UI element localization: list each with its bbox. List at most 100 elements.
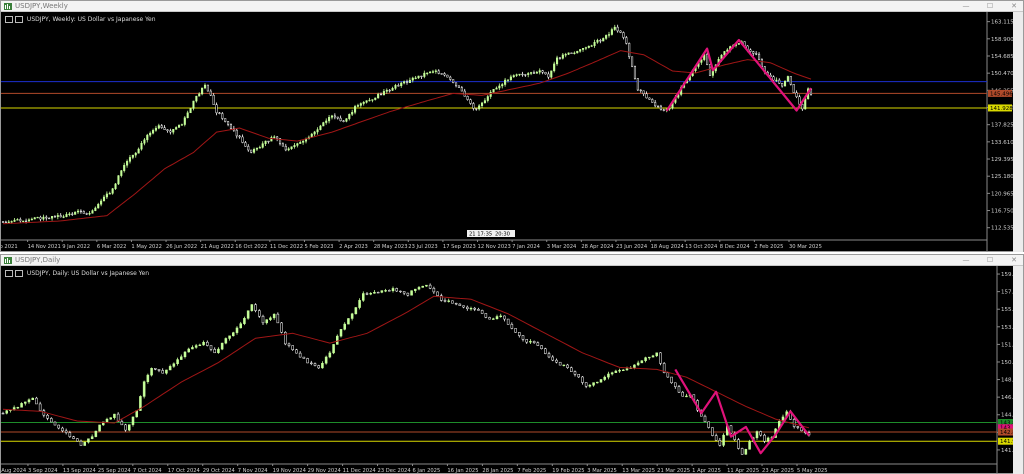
minimize-icon[interactable]: — (961, 1, 971, 11)
candle-body (371, 99, 374, 101)
candle-body (397, 85, 400, 87)
candle-body (391, 88, 394, 91)
candle-body (235, 129, 238, 137)
candle-body (755, 431, 759, 438)
daily-chart[interactable]: 159.085157.280155.475153.670151.865150.0… (1, 266, 1015, 474)
candle-body (131, 154, 134, 158)
y-tick-label: 133.610 (991, 140, 1014, 146)
x-tick-label: 17 Oct 2024 (168, 468, 201, 474)
candle-body (246, 310, 250, 319)
moving-average-line (2, 295, 810, 429)
x-tick-label: 18 Aug 2024 (651, 244, 685, 250)
candle-body (590, 45, 593, 47)
candle-body (584, 382, 588, 387)
candle-body (13, 219, 16, 222)
x-tick-label: 11 Dec 2022 (270, 244, 303, 250)
candle-body (206, 341, 209, 346)
candle-body (454, 302, 458, 305)
candle-body (343, 323, 346, 330)
candle-body (581, 376, 584, 383)
x-tick-label: 23 Apr 2025 (762, 468, 794, 474)
candle-body (22, 220, 25, 223)
candle-body (175, 127, 178, 130)
candle-body (670, 376, 673, 384)
x-tick-label: 16 Jan 2025 (447, 468, 478, 474)
candle-body (143, 139, 146, 144)
x-tick-label: 21 Aug 2022 (201, 244, 234, 250)
maximize-icon[interactable]: ☐ (985, 1, 995, 11)
candle-body (525, 339, 528, 343)
candle-body (748, 441, 751, 450)
candle-body (243, 318, 246, 324)
candle-body (613, 26, 616, 30)
candle-body (369, 293, 372, 295)
candle-body (88, 213, 91, 215)
weekly-title-bar[interactable]: USDJPY,Weekly — ☐ ✕ (1, 1, 1023, 12)
candle-body (265, 319, 268, 324)
candle-body (302, 356, 306, 359)
maximize-icon[interactable]: ☐ (985, 255, 995, 265)
candle-body (573, 371, 577, 375)
candle-body (648, 356, 651, 359)
candle-body (120, 170, 123, 176)
candle-body (425, 284, 428, 287)
candle-body (368, 99, 371, 102)
candle-body (544, 72, 547, 75)
weekly-chart[interactable]: 163.115158.900154.685150.470146.255142.0… (1, 12, 1015, 252)
candle-body (798, 96, 801, 105)
daily-scrollbar[interactable] (1013, 266, 1023, 474)
candle-body (804, 98, 807, 110)
x-tick-label: 7 Jan 2024 (512, 244, 540, 250)
candle-body (737, 439, 740, 449)
candle-body (388, 89, 391, 92)
candle-body (68, 432, 72, 437)
daily-chart-window: USDJPY,Daily — ☐ ✕ USDJPY, Daily: US Dol… (0, 254, 1024, 474)
candle-body (186, 112, 189, 119)
candle-body (766, 437, 770, 442)
candle-body (117, 175, 120, 185)
candle-body (588, 384, 592, 387)
daily-title-bar[interactable]: USDJPY,Daily — ☐ ✕ (1, 255, 1023, 266)
candle-body (332, 344, 335, 354)
candle-body (714, 435, 718, 441)
close-icon[interactable]: ✕ (1009, 1, 1019, 11)
candle-body (685, 395, 688, 398)
candle-body (645, 93, 648, 99)
candle-body (33, 217, 36, 220)
candle-body (354, 307, 358, 315)
candle-body (339, 329, 343, 337)
candle-body (544, 348, 547, 354)
candle-body (503, 315, 506, 320)
candle-body (674, 382, 677, 387)
candle-body (347, 318, 350, 325)
candle-body (189, 108, 192, 114)
candle-body (333, 115, 336, 118)
candle-body (752, 51, 755, 54)
candle-body (134, 152, 137, 156)
candle-body (506, 318, 510, 325)
candle-body (310, 133, 313, 138)
candle-body (758, 53, 761, 60)
candle-body (792, 419, 796, 427)
candle-body (87, 438, 90, 443)
candle-body (499, 315, 502, 317)
candle-body (183, 117, 186, 125)
x-tick-label: 29 Nov 2024 (308, 468, 342, 474)
candle-body (113, 413, 116, 418)
candle-body (198, 93, 201, 97)
weekly-scrollbar[interactable] (1013, 12, 1023, 252)
y-tick-label: 154.685 (991, 54, 1014, 60)
close-icon[interactable]: ✕ (1009, 255, 1019, 265)
candle-body (232, 332, 235, 337)
candle-body (677, 386, 681, 393)
candle-body (235, 327, 239, 333)
x-tick-label: 30 Mar 2025 (789, 244, 822, 250)
candle-body (410, 290, 413, 296)
candle-body (126, 161, 129, 166)
x-tick-label: 3 Sep 2024 (28, 468, 58, 474)
candle-body (109, 417, 112, 420)
candle-body (749, 49, 752, 52)
candle-body (299, 142, 302, 144)
candle-body (737, 43, 740, 45)
minimize-icon[interactable]: — (961, 255, 971, 265)
